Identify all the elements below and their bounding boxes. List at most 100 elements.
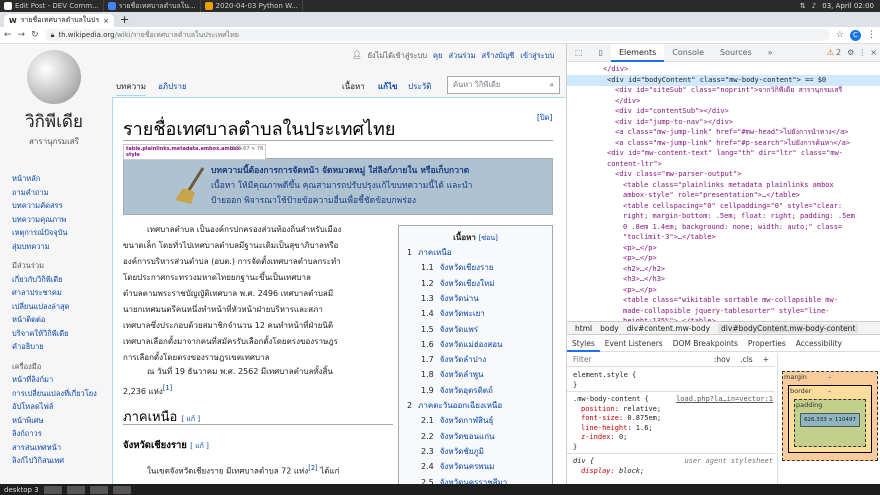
dom-node-line[interactable]: <h2>…</h2> xyxy=(623,264,665,275)
edit-section-link[interactable]: [ แก้ ] xyxy=(181,415,200,423)
dom-node-line[interactable]: </div> xyxy=(615,96,640,107)
new-rule-icon[interactable]: + xyxy=(763,355,769,365)
sidebar-link[interactable]: บทความคัดสรร xyxy=(12,199,107,213)
sidebar-link[interactable]: ลิงก์ถาวร xyxy=(12,427,107,441)
sidebar-link[interactable]: หน้าติดต่อ xyxy=(12,313,107,327)
sidebar-link[interactable]: สุ่มบทความ xyxy=(12,240,107,254)
sidebar-link[interactable]: คำอธิบาย xyxy=(12,340,107,354)
taskbar-app-icon[interactable] xyxy=(89,485,108,494)
breadcrumb-item[interactable]: body xyxy=(600,324,619,333)
sidebar-link[interactable]: เหตุการณ์ปัจจุบัน xyxy=(12,226,107,240)
toc-hide-link[interactable]: [ซ่อน] xyxy=(479,234,498,242)
menu-icon[interactable]: ⋮ xyxy=(867,30,876,40)
dom-node-line[interactable]: <table cellspacing="0" cellpadding="0" s… xyxy=(623,201,842,212)
search-icon[interactable]: ⌕ xyxy=(550,80,554,90)
sidebar-link[interactable]: ถามคำถาม xyxy=(12,186,107,200)
hov-toggle[interactable]: :hov xyxy=(714,355,730,365)
clock[interactable]: 03, April 02:00 xyxy=(822,2,874,10)
toc-item[interactable]: 2.4 จังหวัดนครพนม xyxy=(421,460,494,473)
dom-node-line[interactable]: <a class="mw-jump-link" href="#mw-head">… xyxy=(615,127,849,138)
toc-item[interactable]: 1.8 จังหวัดลำพูน xyxy=(421,368,483,381)
sidebar-link[interactable]: หน้าหลัก xyxy=(12,172,107,186)
star-icon[interactable]: ☆ xyxy=(836,30,844,40)
css-declaration[interactable]: z-index: 0; xyxy=(573,433,773,443)
sidebar-link[interactable]: สารสนเทศหน้า xyxy=(12,441,107,455)
url-field[interactable]: 🔒︎ th.wikipedia.org/wiki/รายชื่อเทศบาลตำ… xyxy=(44,29,830,41)
dom-node-line[interactable]: content-ltr"> xyxy=(607,159,662,170)
toc-item[interactable]: 1.2 จังหวัดเชียงใหม่ xyxy=(421,277,495,290)
dom-node-line[interactable]: "toclimit-3">…</table> xyxy=(623,232,716,243)
tab-talk[interactable]: อภิปราย xyxy=(158,78,187,96)
dom-node-line[interactable]: <div class="mw-parser-output"> xyxy=(615,169,741,180)
dom-node-line[interactable]: <div id="mw-content-text" lang="th" dir=… xyxy=(607,148,843,159)
dom-node-line[interactable]: <div id="bodyContent" class="mw-body-con… xyxy=(607,75,826,86)
dom-node-line[interactable]: right; margin-bottom: .5em; float: right… xyxy=(623,211,855,222)
dom-node-line[interactable]: </div> xyxy=(603,64,628,75)
toc-item[interactable]: 1.9 จังหวัดอุตรดิตถ์ xyxy=(421,384,493,397)
taskbar-app-icon[interactable] xyxy=(112,485,131,494)
settings-icon[interactable]: ⚙ xyxy=(847,48,858,57)
breadcrumb-item[interactable]: div#content.mw-body xyxy=(627,324,710,333)
toc-item[interactable]: 1.7 จังหวัดลำปาง xyxy=(421,353,486,366)
breadcrumb-item[interactable]: html xyxy=(575,324,592,333)
chiangrai-ref-link[interactable]: [2] xyxy=(308,464,317,472)
taskbar-app-icon[interactable] xyxy=(66,485,85,494)
dom-node-line[interactable]: <table class="plainlinks metadata plainl… xyxy=(623,180,834,191)
os-tab-3[interactable]: 2020-04-03 Python W... xyxy=(201,0,303,12)
workspace-label[interactable]: desktop 3 xyxy=(4,486,39,494)
tab-edit[interactable]: แก้ไข xyxy=(378,78,398,96)
devtools-menu-icon[interactable]: ⋮ xyxy=(858,48,870,57)
reload-icon[interactable]: ↻ xyxy=(31,30,39,40)
taskbar-app-icon[interactable] xyxy=(43,485,62,494)
sidebar-link[interactable]: การเปลี่ยนแปลงที่เกี่ยวโยง xyxy=(12,387,107,401)
dom-node-line[interactable]: <p>…</p> xyxy=(623,243,657,254)
sidebar-link[interactable]: อัปโหลดไฟล์ xyxy=(12,400,107,414)
styles-subtab[interactable]: Accessibility xyxy=(791,339,847,348)
breadcrumb-item[interactable]: div#bodyContent.mw-body-content xyxy=(718,323,859,333)
sidebar-link[interactable]: เกี่ยวกับวิกิพีเดีย xyxy=(12,273,107,287)
tab-console[interactable]: Console xyxy=(664,44,712,62)
dom-node-line[interactable]: 0 .8em 1.4em; background: none; width: a… xyxy=(623,222,842,233)
toc-item[interactable]: 2.2 จังหวัดขอนแก่น xyxy=(421,430,495,443)
dom-node-line[interactable]: <div id="jump-to-nav"></div> xyxy=(615,117,733,128)
dom-node-line[interactable]: <p>…</p> xyxy=(623,285,657,296)
sidebar-link[interactable]: บริจาคให้วิกิพีเดีย xyxy=(12,327,107,341)
create-account-link[interactable]: สร้างบัญชี xyxy=(482,50,515,62)
filter-input[interactable]: Filter xyxy=(573,355,704,365)
tab-history[interactable]: ประวัติ xyxy=(408,78,431,96)
dom-node-line[interactable]: <table class="wikitable sortable mw-coll… xyxy=(623,295,838,306)
close-devtools-icon[interactable]: × xyxy=(870,48,880,57)
forward-icon[interactable]: → xyxy=(18,30,26,40)
styles-subtab[interactable]: Styles xyxy=(567,336,600,352)
dom-node-line[interactable]: <div id="siteSub" class="noprint">จากวิก… xyxy=(615,85,842,96)
rule-source-link[interactable]: load.php?la…in=vector:1 xyxy=(676,395,773,405)
toc-item[interactable]: 2.1 จังหวัดกาฬสินธุ์ xyxy=(421,414,493,427)
back-icon[interactable]: ← xyxy=(4,30,12,40)
sidebar-link[interactable]: ลิงก์ไปวิกิสนเทศ xyxy=(12,454,107,468)
new-tab-icon[interactable]: + xyxy=(120,13,129,26)
toc-item[interactable]: 1.6 จังหวัดแม่ฮ่องสอน xyxy=(421,338,502,351)
tab-sources[interactable]: Sources xyxy=(712,44,760,62)
toc-item[interactable]: 1.4 จังหวัดพะเยา xyxy=(421,307,485,320)
tab-read[interactable]: เนื้อหา xyxy=(342,78,365,96)
inspect-icon[interactable]: ⬚ xyxy=(567,44,591,62)
tab-article[interactable]: บทความ xyxy=(116,78,146,96)
network-icon[interactable]: ⇅ xyxy=(800,2,806,10)
cls-toggle[interactable]: .cls xyxy=(740,355,753,365)
volume-icon[interactable]: ♪ xyxy=(812,2,816,10)
more-tabs-icon[interactable]: » xyxy=(760,44,781,62)
sidebar-link[interactable]: หน้าที่ลิงก์มา xyxy=(12,373,107,387)
toc-item[interactable]: 1 ภาคเหนือ xyxy=(407,246,452,259)
edit-section-link[interactable]: [ แก้ ] xyxy=(190,442,209,450)
css-declaration[interactable]: font-size: 0.875em; xyxy=(573,414,773,424)
toc-item[interactable]: 1.3 จังหวัดน่าน xyxy=(421,292,479,305)
dom-node-line[interactable]: ambox-style" role="presentation">…</tabl… xyxy=(623,190,800,201)
css-declaration[interactable]: line-height: 1.6; xyxy=(573,424,773,434)
toc-item[interactable]: 2.5 จังหวัดนครราชสีมา xyxy=(421,476,507,485)
search-input[interactable]: ค้นหา วิกิพีเดีย ⌕ xyxy=(447,76,560,94)
toc-item[interactable]: 2.3 จังหวัดชัยภูมิ xyxy=(421,445,484,458)
toc-item[interactable]: 1.5 จังหวัดแพร่ xyxy=(421,323,478,336)
dom-node-line[interactable]: <p>…</p> xyxy=(623,253,657,264)
warning-count[interactable]: 2 xyxy=(836,48,841,57)
dom-node-line[interactable]: <a class="mw-jump-link" href="#p-search"… xyxy=(615,138,850,149)
